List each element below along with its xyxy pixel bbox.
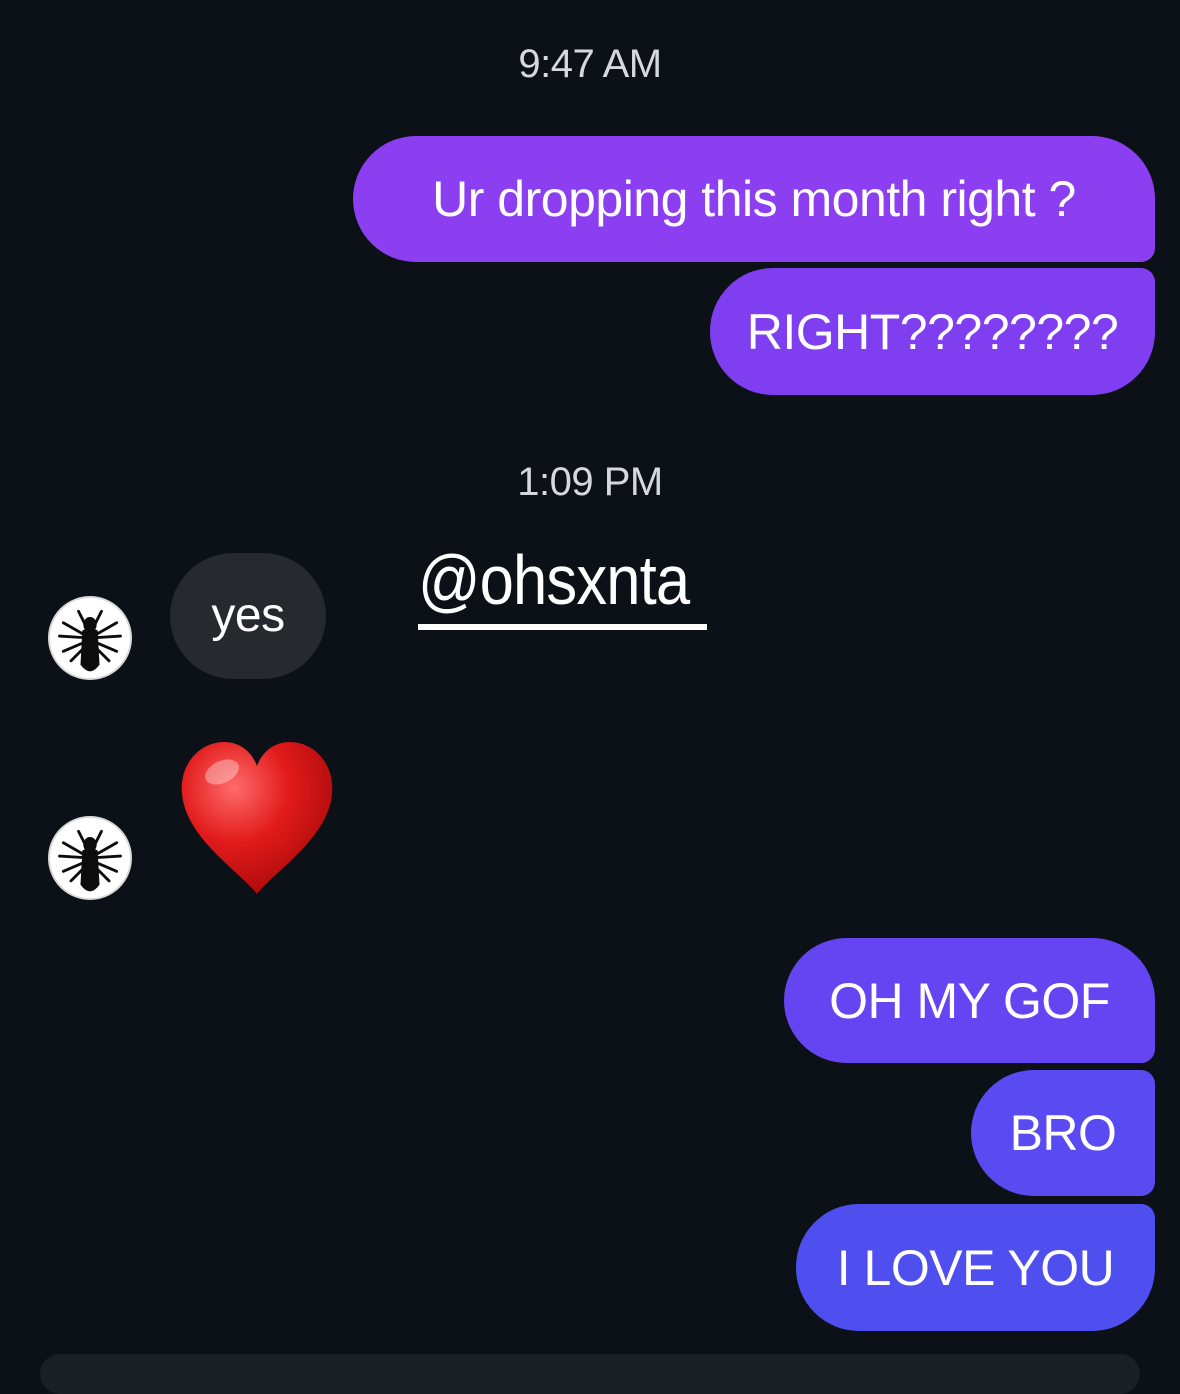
message-composer[interactable] [40, 1354, 1140, 1394]
avatar[interactable] [48, 596, 132, 680]
red-heart-icon[interactable] [178, 738, 336, 898]
message-text: yes [211, 589, 285, 642]
spider-figure-icon [50, 598, 130, 678]
message-text: RIGHT???????? [746, 303, 1119, 360]
mention-underline [418, 624, 707, 630]
received-message-bubble[interactable]: yes [170, 553, 326, 679]
sent-message-bubble[interactable]: Ur dropping this month right ? [353, 136, 1155, 262]
timestamp-947: 9:47 AM [518, 42, 662, 86]
sent-message-bubble[interactable]: I LOVE YOU [796, 1204, 1155, 1331]
message-text: Ur dropping this month right ? [432, 171, 1076, 227]
message-text: I LOVE YOU [836, 1239, 1115, 1296]
sent-message-bubble[interactable]: OH MY GOF [784, 938, 1155, 1063]
sent-message-bubble[interactable]: RIGHT???????? [710, 268, 1155, 395]
message-text: BRO [1009, 1105, 1117, 1161]
sent-message-bubble[interactable]: BRO [971, 1070, 1155, 1196]
mention-link[interactable]: @ohsxnta [418, 540, 690, 620]
avatar[interactable] [48, 816, 132, 900]
heart-emoji-svg [181, 742, 333, 894]
spider-figure-icon [50, 818, 130, 898]
message-text: OH MY GOF [829, 972, 1110, 1029]
timestamp-109: 1:09 PM [517, 460, 663, 504]
